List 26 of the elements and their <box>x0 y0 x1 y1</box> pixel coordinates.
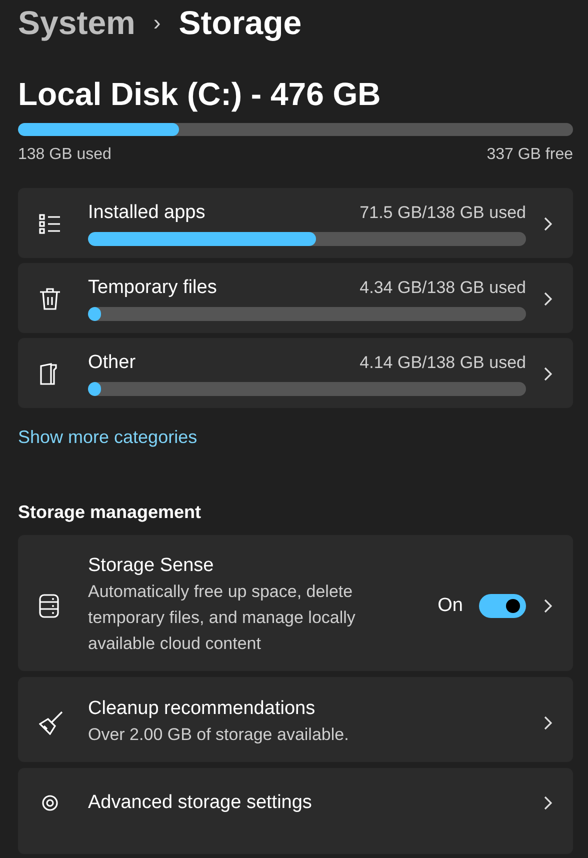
disk-title: Local Disk (C:) - 476 GB <box>18 76 382 113</box>
category-usage: 4.34 GB/138 GB used <box>360 278 526 298</box>
used-space-label: 138 GB used <box>18 146 112 164</box>
page-title: Storage <box>178 4 302 42</box>
category-usage: 71.5 GB/138 GB used <box>360 203 526 223</box>
toggle-label: On <box>438 595 463 617</box>
section-heading: Storage management <box>18 502 202 523</box>
category-card[interactable]: Other 4.14 GB/138 GB used <box>18 338 573 408</box>
category-label: Installed apps <box>88 202 206 224</box>
breadcrumb-parent[interactable]: System <box>18 4 136 42</box>
show-more-link[interactable]: Show more categories <box>18 427 198 448</box>
category-card[interactable]: Installed apps 71.5 GB/138 GB used <box>18 188 573 258</box>
breadcrumb-separator: › <box>153 10 161 36</box>
setting-description: Automatically free up space, delete temporary files, and manage locally available cloud content <box>88 581 356 655</box>
free-space-label: 337 GB free <box>486 146 573 164</box>
setting-card[interactable]: Storage Sense Automatically free up space, delete temporary files, and manage locally available cloud content On <box>18 535 573 671</box>
setting-title: Storage Sense <box>88 555 215 577</box>
setting-title: Cleanup recommendations <box>88 698 316 720</box>
category-label: Other <box>88 352 136 374</box>
category-usage: 4.14 GB/138 GB used <box>360 353 526 373</box>
setting-title: Advanced storage settings <box>88 792 313 814</box>
category-card[interactable]: Temporary files 4.34 GB/138 GB used <box>18 263 573 333</box>
setting-card[interactable]: Cleanup recommendations Over 2.00 GB of storage available. <box>18 677 573 762</box>
category-label: Temporary files <box>88 277 217 299</box>
setting-description: Over 2.00 GB of storage available. <box>88 724 350 746</box>
setting-card[interactable]: Advanced storage settings <box>18 768 573 854</box>
